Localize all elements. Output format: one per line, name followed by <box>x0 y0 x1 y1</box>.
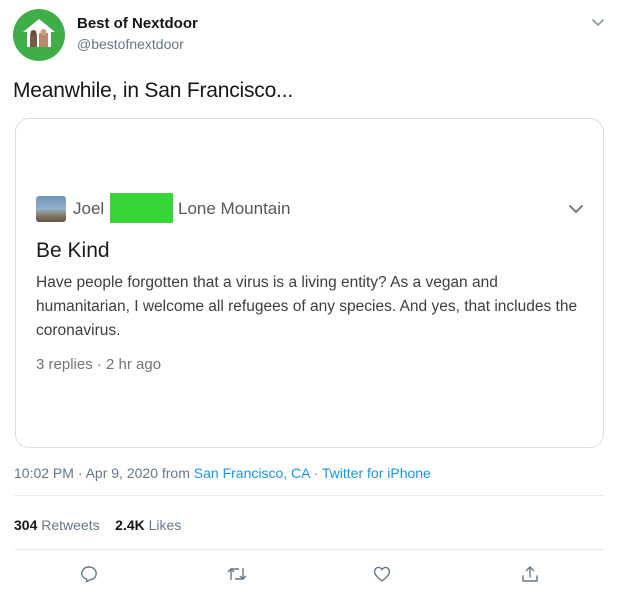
separator: · <box>309 465 322 481</box>
tweet-time-date[interactable]: 10:02 PM · Apr 9, 2020 from <box>14 465 194 481</box>
divider <box>14 495 604 496</box>
chevron-down-icon[interactable] <box>590 14 606 30</box>
engagement-stats: 304 Retweets 2.4K Likes <box>14 517 181 533</box>
post-title: Be Kind <box>36 239 110 262</box>
author-name[interactable]: Best of Nextdoor <box>77 15 198 32</box>
reply-icon[interactable] <box>80 565 98 583</box>
chevron-down-icon[interactable] <box>568 201 584 217</box>
post-author-name: Joel <box>73 199 105 218</box>
author-handle[interactable]: @bestofnextdoor <box>77 36 184 52</box>
timestamp-line: 10:02 PM · Apr 9, 2020 from San Francisc… <box>14 465 431 481</box>
post-location: Lone Mountain <box>178 199 291 218</box>
author-avatar[interactable] <box>13 9 65 61</box>
house-logo-icon <box>23 19 55 47</box>
tweet: Best of Nextdoor @bestofnextdoor Meanwhi… <box>0 0 619 600</box>
divider <box>14 549 604 550</box>
likes-count: 2.4K <box>115 517 145 533</box>
post-body: Have people forgotten that a virus is a … <box>36 274 578 339</box>
retweets-label: Retweets <box>41 517 100 533</box>
redaction-box <box>110 193 173 223</box>
post-author-avatar <box>36 196 66 222</box>
retweet-icon[interactable] <box>227 565 247 583</box>
share-icon[interactable] <box>521 565 539 583</box>
like-icon[interactable] <box>373 565 391 583</box>
retweets-stat[interactable]: 304 Retweets <box>14 517 100 533</box>
source-link[interactable]: Twitter for iPhone <box>322 465 431 481</box>
likes-label: Likes <box>148 517 182 533</box>
retweets-count: 304 <box>14 517 38 533</box>
tweet-text: Meanwhile, in San Francisco... <box>13 79 293 102</box>
embedded-post-card[interactable]: Joel Lone Mountain Be Kind Have people f… <box>15 118 604 448</box>
location-link[interactable]: San Francisco, CA <box>194 465 310 481</box>
likes-stat[interactable]: 2.4K Likes <box>115 517 181 533</box>
post-meta: 3 replies · 2 hr ago <box>36 356 162 373</box>
